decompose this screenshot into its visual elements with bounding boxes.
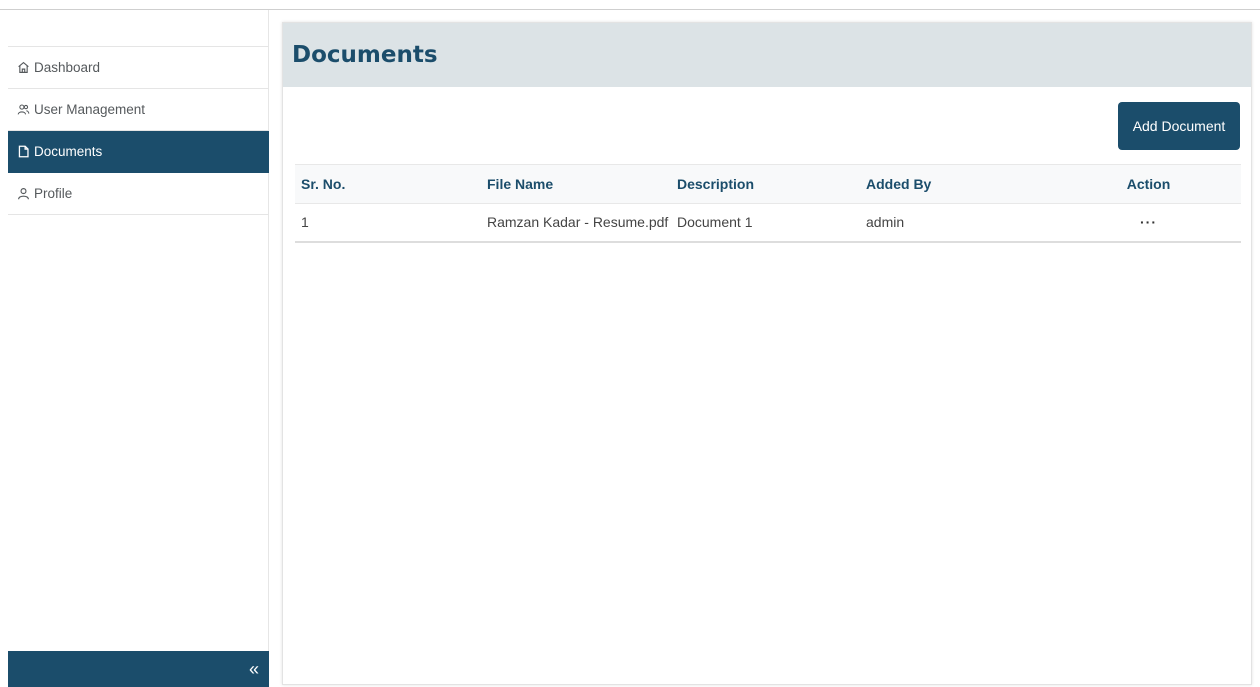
documents-panel: Documents Add Document Sr. No. File Name… — [282, 22, 1252, 685]
column-header-sr-no: Sr. No. — [295, 164, 481, 204]
user-icon — [16, 187, 30, 201]
add-document-button[interactable]: Add Document — [1118, 102, 1240, 150]
sidebar-item-profile[interactable]: Profile — [8, 173, 269, 215]
column-header-action: Action — [1056, 164, 1241, 204]
column-header-file-name: File Name — [481, 164, 671, 204]
sidebar-item-label: User Management — [34, 102, 146, 117]
chevrons-left-icon: « — [248, 658, 259, 679]
panel-header: Documents — [283, 23, 1251, 87]
more-actions-icon[interactable]: ··· — [1140, 214, 1157, 230]
documents-table: Sr. No. File Name Description Added By A… — [295, 164, 1241, 243]
sidebar: Dashboard User Management Documents Prof… — [0, 10, 269, 687]
sidebar-item-documents[interactable]: Documents — [8, 131, 269, 173]
users-icon — [16, 103, 30, 117]
sidebar-item-user-management[interactable]: User Management — [8, 89, 269, 131]
cell-description: Document 1 — [671, 203, 860, 243]
sidebar-item-label: Dashboard — [34, 60, 101, 75]
cell-sr-no: 1 — [295, 203, 481, 243]
table-row: 1 Ramzan Kadar - Resume.pdf Document 1 a… — [295, 203, 1241, 243]
column-header-added-by: Added By — [860, 164, 1056, 204]
cell-action: ··· — [1056, 203, 1241, 243]
table-header-row: Sr. No. File Name Description Added By A… — [295, 164, 1241, 204]
collapse-sidebar-button[interactable]: « — [8, 651, 269, 687]
home-icon — [16, 61, 30, 75]
cell-added-by: admin — [860, 203, 1056, 243]
sidebar-item-label: Documents — [34, 144, 103, 159]
sidebar-item-label: Profile — [34, 186, 73, 201]
sidebar-item-dashboard[interactable]: Dashboard — [8, 47, 269, 89]
page-title: Documents — [292, 42, 438, 68]
cell-file-name: Ramzan Kadar - Resume.pdf — [481, 203, 671, 243]
toolbar: Add Document — [283, 87, 1251, 164]
document-icon — [16, 145, 30, 159]
column-header-description: Description — [671, 164, 860, 204]
sidebar-nav: Dashboard User Management Documents Prof… — [8, 46, 269, 215]
